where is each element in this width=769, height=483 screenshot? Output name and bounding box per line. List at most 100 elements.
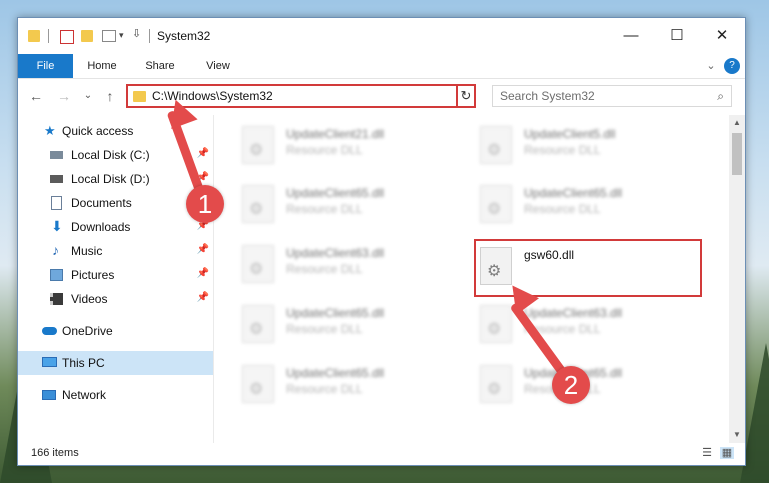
drive-icon: [50, 175, 63, 183]
documents-icon: [51, 196, 62, 210]
quick-access-dropdown-icon[interactable]: ⇩: [132, 27, 144, 40]
file-item[interactable]: ⚙ UpdateClient65.dll Resource DLL: [472, 179, 692, 229]
sidebar-item-this-pc[interactable]: This PC: [18, 351, 213, 375]
tab-home[interactable]: Home: [80, 54, 124, 78]
scroll-down-arrow[interactable]: ▼: [729, 427, 745, 443]
pin-icon[interactable]: 📌: [197, 292, 209, 303]
file-item[interactable]: ⚙ UpdateClient65.dll Resource DLL: [234, 359, 454, 409]
file-type: Resource DLL: [286, 262, 363, 276]
dll-file-icon: ⚙: [480, 185, 512, 223]
file-type: Resource DLL: [524, 143, 601, 157]
sidebar-item-local-disk-d[interactable]: Local Disk (D:) 📌: [18, 167, 213, 191]
videos-icon: [50, 293, 63, 305]
divider: [149, 29, 150, 43]
large-icons-view-icon[interactable]: ▦: [720, 447, 734, 459]
dll-file-icon: ⚙: [480, 365, 512, 403]
search-input[interactable]: Search System32 ⌕: [492, 85, 732, 107]
tab-share[interactable]: Share: [138, 54, 182, 78]
sidebar-item-videos[interactable]: Videos 📌: [18, 287, 213, 311]
music-icon: ♪: [52, 242, 59, 258]
pin-icon[interactable]: 📌: [197, 244, 209, 255]
sidebar-item-documents[interactable]: Documents 📌: [18, 191, 213, 215]
file-name: UpdateClient65.dll: [286, 366, 385, 380]
dll-file-icon: ⚙: [242, 305, 274, 343]
file-type: Resource DLL: [286, 202, 363, 216]
sidebar-item-label: Local Disk (C:): [71, 148, 150, 162]
sidebar-item-label: Network: [62, 388, 107, 402]
customize-icon[interactable]: [102, 30, 116, 42]
step-badge-2: 2: [552, 366, 590, 404]
pin-icon[interactable]: 📌: [197, 268, 209, 279]
pictures-icon: [50, 269, 63, 281]
back-button[interactable]: ←: [28, 88, 44, 104]
minimize-button[interactable]: —: [608, 18, 654, 54]
file-type: Resource DLL: [286, 382, 363, 396]
file-name: UpdateClient21.dll: [286, 127, 385, 141]
folder-icon: [133, 91, 146, 102]
properties-icon[interactable]: [60, 30, 74, 44]
scrollbar-thumb[interactable]: [732, 133, 742, 175]
file-item[interactable]: ⚙ UpdateClient5.dll Resource DLL: [472, 120, 692, 170]
help-icon[interactable]: ?: [724, 58, 740, 74]
vertical-scrollbar[interactable]: ▲ ▼: [729, 115, 745, 443]
sidebar-item-label: Quick access: [62, 124, 134, 138]
sidebar-item-music[interactable]: ♪ Music 📌: [18, 239, 213, 263]
forward-button[interactable]: →: [56, 88, 72, 104]
file-type: Resource DLL: [524, 202, 601, 216]
star-icon: ★: [44, 123, 56, 138]
close-button[interactable]: ✕: [699, 18, 745, 54]
file-item[interactable]: ⚙ UpdateClient65.dll Resource DLL: [234, 299, 454, 349]
sidebar-item-onedrive[interactable]: OneDrive: [18, 319, 213, 343]
file-name: UpdateClient65.dll: [286, 186, 385, 200]
dll-file-icon: ⚙: [480, 126, 512, 164]
downloads-icon: ⬇: [51, 218, 63, 234]
item-count: 166 items: [31, 447, 79, 459]
dll-file-icon: ⚙: [480, 305, 512, 343]
sidebar-item-label: Downloads: [71, 220, 131, 234]
navigation-bar: ← → ⌄ ↑ C:\Windows\System32 ⌄ ↻ Search S…: [18, 79, 745, 115]
file-item[interactable]: ⚙ UpdateClient65.dll Resource DLL: [234, 179, 454, 229]
cloud-icon: [42, 327, 57, 335]
file-name: UpdateClient65.dll: [286, 306, 385, 320]
file-item[interactable]: ⚙ UpdateClient63.dll Resource DLL: [472, 299, 692, 349]
maximize-button[interactable]: ☐: [654, 18, 700, 54]
tab-file[interactable]: File: [18, 54, 73, 78]
sidebar-item-label: Music: [71, 244, 103, 258]
refresh-button[interactable]: ↻: [456, 84, 476, 108]
scroll-up-arrow[interactable]: ▲: [729, 115, 745, 131]
up-button[interactable]: ↑: [102, 88, 118, 104]
sidebar-item-network[interactable]: Network: [18, 383, 213, 407]
sidebar-item-label: Local Disk (D:): [71, 172, 150, 186]
dll-file-icon: ⚙: [242, 185, 274, 223]
new-folder-icon[interactable]: [81, 30, 93, 42]
sidebar-item-label: OneDrive: [62, 324, 113, 338]
file-name: UpdateClient63.dll: [524, 306, 623, 320]
window-title: System32: [157, 29, 211, 43]
status-bar: 166 items ☰ ▦: [18, 443, 745, 465]
recent-locations-button[interactable]: ⌄: [80, 88, 96, 104]
computer-icon: [42, 357, 57, 367]
details-view-icon[interactable]: ☰: [700, 447, 714, 459]
collapse-ribbon-icon[interactable]: ⌄: [704, 54, 718, 78]
pin-icon[interactable]: 📌: [197, 148, 209, 159]
file-type: Resource DLL: [286, 322, 363, 336]
explorer-window: ▾ ⇩ System32 — ☐ ✕ File Home Share View …: [17, 17, 746, 466]
dll-file-icon: ⚙: [242, 365, 274, 403]
sidebar-item-label: This PC: [62, 356, 105, 370]
drive-icon: [50, 151, 63, 159]
sidebar-item-label: Documents: [71, 196, 132, 210]
folder-icon[interactable]: [28, 30, 40, 42]
search-placeholder: Search System32: [500, 89, 595, 103]
file-item[interactable]: ⚙ UpdateClient63.dll Resource DLL: [234, 239, 454, 289]
file-item[interactable]: ⚙ UpdateClient21.dll Resource DLL: [234, 120, 454, 170]
dll-file-icon: ⚙: [242, 126, 274, 164]
step-badge-1: 1: [186, 185, 224, 223]
network-icon: [42, 390, 56, 400]
tab-view[interactable]: View: [196, 54, 240, 78]
ribbon-tabs: File Home Share View ⌄ ?: [18, 54, 745, 79]
chevron-down-icon[interactable]: ▾: [119, 30, 131, 42]
dll-file-icon: ⚙: [242, 245, 274, 283]
sidebar-item-downloads[interactable]: ⬇ Downloads 📌: [18, 215, 213, 239]
title-bar: ▾ ⇩ System32 — ☐ ✕: [18, 18, 745, 54]
sidebar-item-pictures[interactable]: Pictures 📌: [18, 263, 213, 287]
